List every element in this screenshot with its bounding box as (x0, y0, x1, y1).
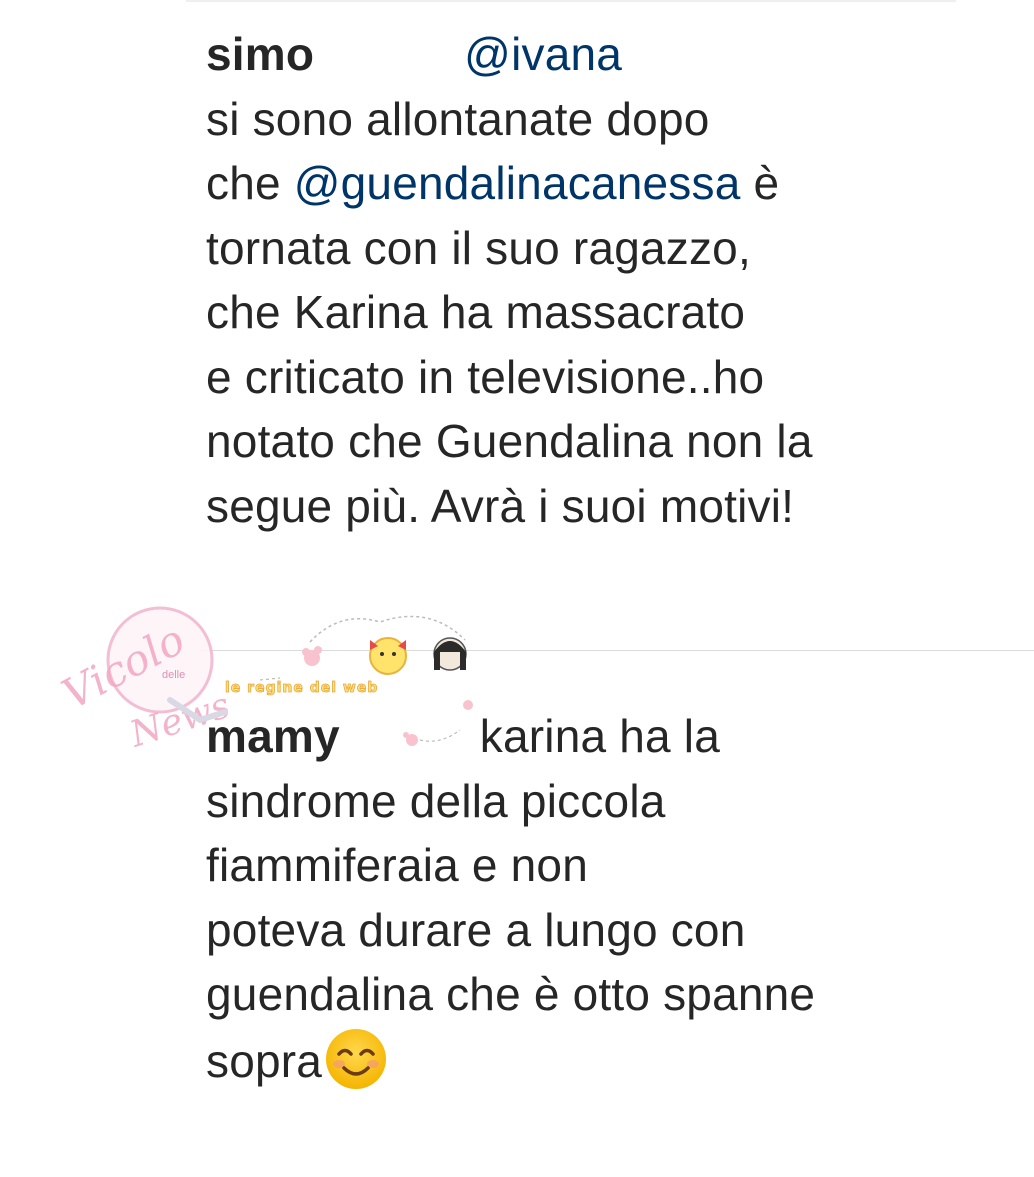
comment-header: mamy karina ha la (206, 704, 1006, 769)
watermark-logo-text: Vicolo (54, 615, 192, 720)
top-divider (186, 0, 956, 2)
comment-text-fragment: sopra (206, 1034, 323, 1087)
username[interactable]: mamy (206, 710, 340, 762)
smiling-face-with-smiling-eyes-icon (326, 1028, 387, 1089)
username[interactable]: simo (206, 28, 314, 80)
comment-text-line: si sono allontanate dopo (206, 92, 710, 145)
comment-text-line: che Karina ha massacrato (206, 286, 746, 338)
comment-text-fragment: che (206, 157, 294, 209)
comment-mamy: mamy karina ha la sindrome della piccola … (206, 704, 1006, 1093)
comment-text-fragment: karina ha la (479, 710, 720, 762)
watermark-logo-small-text: delle (162, 669, 185, 681)
comment-header: simo @ivana (206, 22, 1006, 87)
comment-divider (200, 650, 1034, 651)
comment-text-line: poteva durare a lungo con (206, 903, 746, 956)
comment-text-line: tornata con il suo ragazzo, (206, 221, 751, 274)
comment-text-line: fiammiferaia e non (206, 839, 588, 891)
comment-text-line: sindrome della piccola (206, 774, 666, 827)
comment-text-fragment: è (740, 157, 780, 209)
mention-link[interactable]: @guendalinacanessa (294, 157, 741, 209)
mention-link[interactable]: @ivana (464, 28, 622, 80)
comment-text-line: guendalina che è otto spanne (206, 968, 816, 1020)
comment-simo: simo @ivana si sono allontanate dopo che … (206, 22, 1006, 538)
comment-text-line: segue più. Avrà i suoi motivi! (206, 479, 795, 532)
comment-text-line: che @guendalinacanessa è (206, 151, 1006, 216)
comment-text-line: sopra (206, 1027, 1006, 1094)
comment-text-line: e criticato in televisione..ho (206, 350, 765, 403)
watermark-banner-text: le regine del web (225, 680, 378, 696)
comment-text-line: notato che Guendalina non la (206, 415, 813, 467)
